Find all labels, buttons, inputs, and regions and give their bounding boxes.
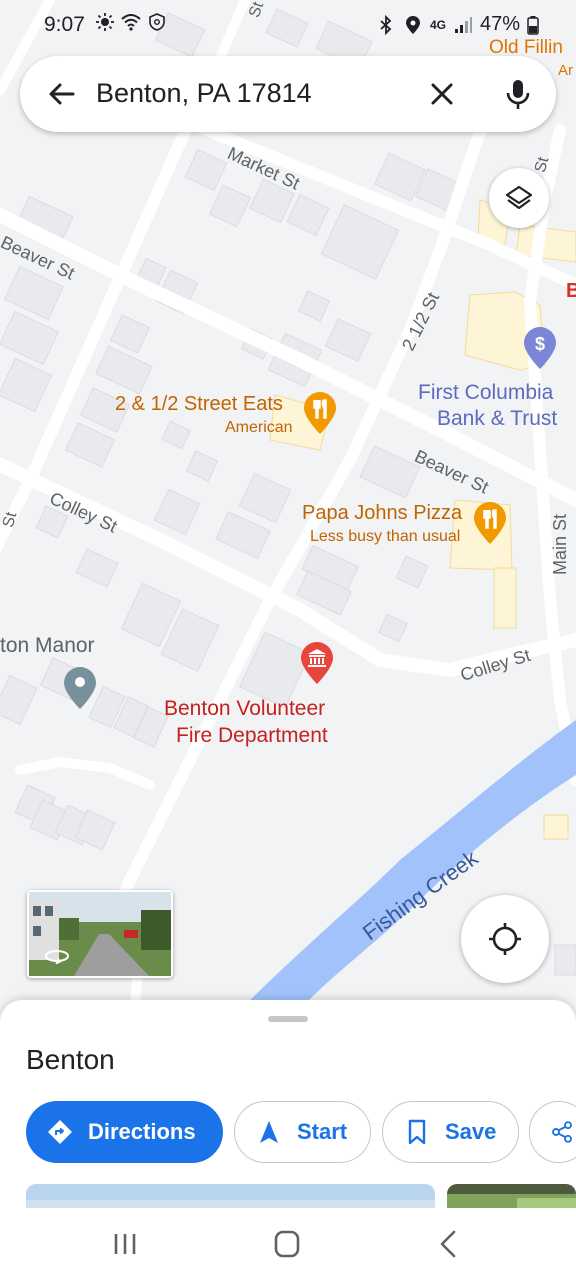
status-icons-right: 4G 47% <box>376 13 539 36</box>
bookmark-icon <box>408 1119 426 1145</box>
place-photo[interactable] <box>26 1184 435 1208</box>
battery-percent: 47% <box>480 13 521 35</box>
start-button[interactable]: Start <box>234 1101 371 1163</box>
my-location-icon <box>489 923 521 955</box>
location-pin-icon <box>406 15 420 34</box>
svg-text:$: $ <box>535 334 545 354</box>
poi-subtitle: American <box>225 419 293 436</box>
directions-icon <box>48 1120 72 1144</box>
search-bar[interactable]: Benton, PA 17814 <box>20 56 556 132</box>
poi-name-line2: Bank & Trust <box>437 407 558 430</box>
layers-button[interactable] <box>489 168 549 228</box>
recent-apps-icon[interactable] <box>107 1228 143 1260</box>
restaurant-icon <box>474 502 506 544</box>
poi-subtitle: Less busy than usual <box>310 528 461 545</box>
poi-name: ton Manor <box>0 634 95 657</box>
sheet-drag-handle[interactable] <box>268 1016 308 1022</box>
place-bottom-sheet[interactable]: Benton Directions Start Save <box>0 1000 576 1208</box>
poi-name-line2: Fire Department <box>176 724 328 747</box>
poi-name[interactable]: B <box>566 280 576 303</box>
navigation-arrow-icon <box>260 1121 278 1143</box>
dollar-icon: $ <box>524 327 556 369</box>
shield-icon <box>149 13 165 31</box>
place-photo-image <box>26 1184 435 1208</box>
lte-icon: 4G <box>430 17 447 32</box>
status-time: 9:07 <box>44 13 85 36</box>
place-title: Benton <box>26 1044 115 1075</box>
close-icon[interactable] <box>424 76 460 112</box>
poi-subtitle: Ar <box>558 62 573 79</box>
street-view-rotate-icon <box>45 950 69 964</box>
wifi-icon <box>121 14 141 31</box>
microphone-icon[interactable] <box>498 74 538 114</box>
share-button[interactable] <box>529 1101 576 1163</box>
signal-icon <box>455 16 473 33</box>
poi-name: 2 & 1/2 Street Eats <box>115 393 283 415</box>
battery-icon <box>527 15 539 35</box>
home-icon[interactable] <box>269 1228 305 1260</box>
sun-icon <box>96 13 114 31</box>
place-photo-image <box>447 1184 576 1208</box>
system-navigation-bar <box>0 1208 576 1280</box>
bluetooth-icon <box>380 14 392 35</box>
search-input[interactable]: Benton, PA 17814 <box>96 78 312 109</box>
place-photo[interactable] <box>447 1184 576 1208</box>
directions-button[interactable]: Directions <box>26 1101 223 1163</box>
restaurant-icon <box>304 392 336 434</box>
layers-icon <box>505 185 533 210</box>
street-view-thumbnail[interactable] <box>27 890 173 978</box>
back-chevron-icon[interactable] <box>431 1228 467 1260</box>
poi-name: First Columbia <box>418 381 554 404</box>
my-location-button[interactable] <box>461 895 549 983</box>
save-label: Save <box>445 1119 497 1144</box>
start-label: Start <box>297 1119 348 1144</box>
save-button[interactable]: Save <box>382 1101 519 1163</box>
directions-label: Directions <box>88 1119 196 1144</box>
share-icon <box>552 1121 572 1143</box>
street-label: Main St <box>550 513 570 575</box>
government-building-icon <box>301 642 333 684</box>
arrow-back-icon[interactable] <box>44 76 80 112</box>
poi-name: Papa Johns Pizza <box>302 502 463 524</box>
status-bar: 9:07 4G 47% <box>0 0 576 50</box>
status-icons-left <box>95 12 167 32</box>
poi-name: Benton Volunteer <box>164 697 326 720</box>
place-pin-icon <box>64 667 96 709</box>
